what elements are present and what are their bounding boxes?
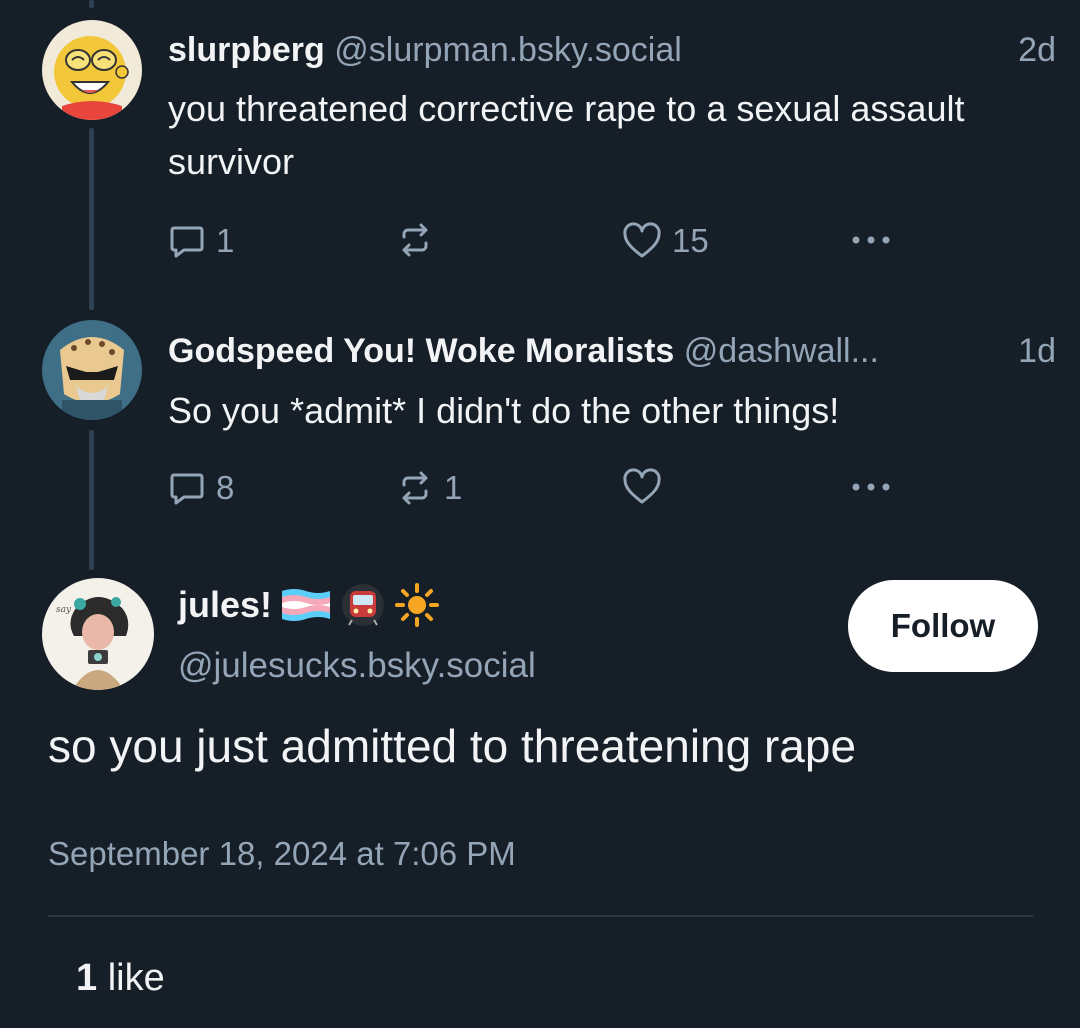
- timestamp[interactable]: 2d: [1018, 30, 1056, 70]
- repost-button[interactable]: [396, 221, 444, 259]
- post-date: September 18, 2024 at 7:06 PM: [48, 835, 516, 872]
- trans-flag-icon: [282, 589, 331, 621]
- display-name[interactable]: slurpberg: [168, 31, 325, 69]
- thread-line-1: [89, 128, 94, 310]
- avatar[interactable]: [42, 320, 142, 420]
- like-button[interactable]: 15: [622, 221, 709, 261]
- likes-summary[interactable]: 1 like: [76, 954, 165, 1002]
- metro-train-icon: [342, 584, 385, 626]
- likes-label: like: [107, 957, 165, 999]
- display-name[interactable]: jules!: [178, 582, 440, 628]
- display-name[interactable]: Godspeed You! Woke Moralists: [168, 332, 674, 370]
- handle[interactable]: @julesucks.bsky.social: [178, 644, 536, 688]
- repost-icon: [402, 223, 428, 257]
- divider: [48, 915, 1033, 917]
- handle[interactable]: @slurpman.bsky.social: [334, 31, 682, 69]
- reply-count: 8: [216, 469, 235, 506]
- heart-icon: [623, 222, 661, 258]
- reply-button[interactable]: 1: [168, 221, 234, 261]
- thread-line-2: [89, 430, 94, 570]
- like-button[interactable]: [622, 468, 672, 506]
- avatar[interactable]: say: [42, 578, 154, 690]
- sun-icon: [395, 583, 440, 627]
- repost-button[interactable]: 1: [396, 468, 462, 508]
- handle[interactable]: @dashwall...: [684, 332, 879, 370]
- reply-icon: [170, 473, 204, 505]
- post-text: so you just admitted to threatening rape: [48, 720, 857, 772]
- display-name-text: jules!: [178, 584, 273, 625]
- more-options-button[interactable]: [848, 468, 894, 506]
- more-options-button[interactable]: [848, 221, 894, 259]
- post-header: Godspeed You! Woke Moralists @dashwall..…: [168, 331, 879, 371]
- more-dots-icon: [852, 483, 890, 491]
- repost-count: 1: [444, 469, 463, 506]
- reply-count: 1: [216, 222, 235, 259]
- follow-button[interactable]: Follow: [848, 580, 1038, 672]
- thread-view: slurpberg @slurpman.bsky.social 2d you t…: [0, 0, 1080, 1028]
- avatar[interactable]: [42, 20, 142, 120]
- reply-button[interactable]: 8: [168, 468, 234, 508]
- like-count: 15: [672, 222, 709, 259]
- heart-icon: [623, 468, 661, 504]
- reply-icon: [170, 226, 204, 258]
- post-header: slurpberg @slurpman.bsky.social: [168, 30, 682, 70]
- post-text: you threatened corrective rape to a sexu…: [168, 88, 965, 182]
- repost-icon: [402, 471, 428, 505]
- thread-line-top: [89, 0, 94, 8]
- timestamp[interactable]: 1d: [1018, 331, 1056, 371]
- svg-text:say: say: [56, 605, 72, 615]
- post-text: So you *admit* I didn't do the other thi…: [168, 390, 840, 431]
- likes-count: 1: [76, 957, 98, 999]
- more-dots-icon: [852, 236, 890, 244]
